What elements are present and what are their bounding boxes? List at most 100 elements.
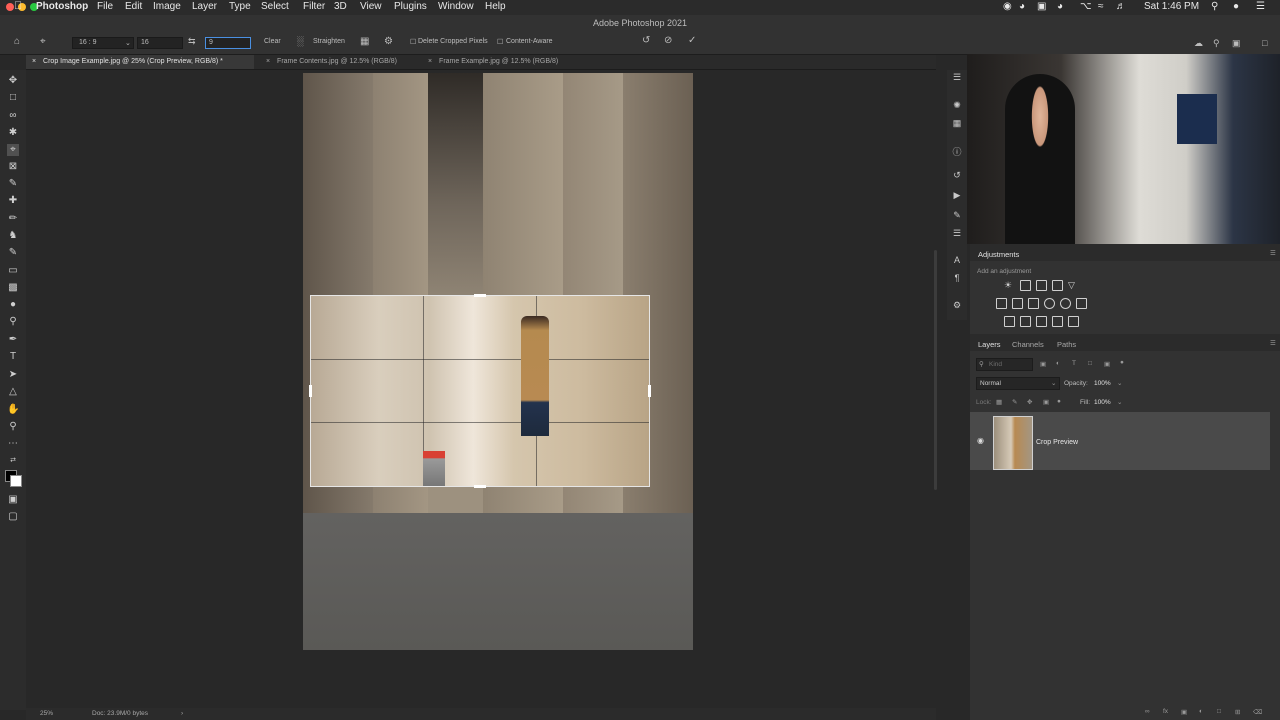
commit-check-icon[interactable]: ✓ [688, 35, 696, 46]
background-color-swatch[interactable] [10, 475, 22, 487]
control-center-icon[interactable]: ☰ [1256, 1, 1265, 12]
brightness-contrast-icon[interactable]: ☀ [1004, 280, 1013, 290]
tab-channels[interactable]: Channels [1012, 340, 1044, 349]
volume-icon[interactable]: ♬ [1116, 1, 1126, 12]
screen-mode-icon[interactable]: ▢ [7, 511, 19, 523]
crop-handle-top[interactable] [474, 294, 486, 297]
search-icon[interactable]: ⚲ [1213, 38, 1220, 49]
gradient-tool-icon[interactable]: ▩ [7, 282, 19, 294]
menu-type[interactable]: Type [229, 1, 251, 12]
menu-image[interactable]: Image [153, 1, 181, 12]
width-field[interactable]: 16 [137, 37, 183, 49]
chevron-down-icon[interactable]: ⌄ [1117, 379, 1122, 387]
layer-name[interactable]: Crop Preview [1036, 439, 1078, 446]
lock-image-icon[interactable]: ✎ [1012, 398, 1017, 406]
headphones-icon[interactable]: ◕ [1057, 1, 1063, 12]
gradient-map-icon[interactable] [1052, 316, 1063, 327]
apple-icon[interactable]:  [14, 0, 22, 12]
healing-brush-tool-icon[interactable]: ✚ [7, 195, 19, 207]
libraries-icon[interactable]: ⚙ [951, 300, 963, 312]
actions-play-icon[interactable]: ▶ [951, 190, 963, 202]
home-icon[interactable]: ⌂ [14, 36, 20, 47]
adjustments-tab[interactable]: Adjustments [978, 250, 1019, 259]
menu-select[interactable]: Select [261, 1, 289, 12]
wifi-icon[interactable]: ≈ [1098, 1, 1104, 12]
color-panel-icon[interactable]: ✺ [951, 100, 963, 112]
close-tab-icon[interactable]: × [428, 58, 432, 65]
lock-transparent-icon[interactable]: ▦ [996, 398, 1002, 406]
dodge-tool-icon[interactable]: ⚲ [7, 316, 19, 328]
menu-app-name[interactable]: Photoshop [36, 1, 88, 12]
chevron-down-icon[interactable]: ⌄ [1117, 398, 1122, 406]
blur-tool-icon[interactable]: ● [7, 299, 19, 311]
new-adjustment-icon[interactable]: ◐ [1199, 708, 1203, 715]
selective-color-icon[interactable] [1068, 316, 1079, 327]
eraser-tool-icon[interactable]: ▭ [7, 265, 19, 277]
filter-type-icon[interactable]: T [1072, 360, 1076, 367]
pen-tool-icon[interactable]: ✒ [7, 334, 19, 346]
crop-handle-left[interactable] [309, 385, 312, 397]
filter-shape-icon[interactable]: □ [1088, 360, 1092, 367]
quick-mask-icon[interactable]: ▣ [7, 494, 19, 506]
menu-layer[interactable]: Layer [192, 1, 217, 12]
layer-style-icon[interactable]: fx [1163, 708, 1168, 715]
menu-window[interactable]: Window [438, 1, 474, 12]
menu-3d[interactable]: 3D [334, 1, 347, 12]
reset-icon[interactable]: ↺ [642, 35, 650, 46]
lock-position-icon[interactable]: ✥ [1027, 398, 1032, 406]
filter-toggle-icon[interactable]: ● [1120, 359, 1124, 366]
crop-handle-right[interactable] [648, 385, 651, 397]
paragraph-icon[interactable]: ¶ [951, 273, 963, 285]
add-mask-icon[interactable]: ▣ [1181, 708, 1187, 716]
gear-icon[interactable]: ⚙ [384, 36, 393, 47]
swatches-icon[interactable]: ▦ [951, 118, 963, 130]
swap-colors-icon[interactable]: ⇄ [7, 455, 19, 467]
screen-icon[interactable]: ▣ [1037, 1, 1046, 12]
shape-tool-icon[interactable]: △ [7, 386, 19, 398]
history-brush-tool-icon[interactable]: ✎ [7, 247, 19, 259]
overlay-grid-icon[interactable]: ▦ [360, 36, 369, 47]
vertical-scrollbar[interactable] [934, 250, 937, 490]
share-icon[interactable]: □ [1262, 38, 1267, 48]
quick-select-tool-icon[interactable]: ✱ [7, 127, 19, 139]
straighten-icon[interactable]: ░ [297, 36, 303, 46]
delete-layer-icon[interactable]: ⌫ [1253, 708, 1262, 716]
lock-all-icon[interactable]: ● [1057, 398, 1061, 405]
menubar-clock[interactable]: Sat 1:46 PM [1144, 1, 1199, 12]
hue-saturation-icon[interactable] [996, 298, 1007, 309]
blend-mode-dropdown[interactable]: Normal ⌄ [976, 377, 1060, 390]
new-layer-icon[interactable]: ⊞ [1235, 708, 1240, 716]
straighten-button[interactable]: Straighten [313, 38, 345, 45]
posterize-icon[interactable] [1020, 316, 1031, 327]
clone-stamp-tool-icon[interactable]: ♞ [7, 230, 19, 242]
cloud-icon[interactable]: ☁ [1194, 38, 1203, 49]
layer-row[interactable]: ◉ Crop Preview [970, 412, 1270, 470]
frame-tool-icon[interactable]: ⊠ [7, 161, 19, 173]
channel-mixer-icon[interactable] [1060, 298, 1071, 309]
black-white-icon[interactable] [1028, 298, 1039, 309]
eyedropper-tool-icon[interactable]: ✎ [7, 178, 19, 190]
path-select-tool-icon[interactable]: ➤ [7, 369, 19, 381]
chrome-icon[interactable]: ◕ [1019, 1, 1025, 12]
panel-menu-icon[interactable]: ☰ [1270, 249, 1276, 257]
height-field[interactable]: 9 [205, 37, 251, 49]
lock-artboard-icon[interactable]: ▣ [1043, 398, 1049, 406]
swap-icon[interactable]: ⇆ [188, 36, 196, 47]
menu-help[interactable]: Help [485, 1, 506, 12]
siri-icon[interactable]: ● [1233, 1, 1239, 12]
color-balance-icon[interactable] [1012, 298, 1023, 309]
invert-icon[interactable] [1004, 316, 1015, 327]
filter-adjustment-icon[interactable]: ◐ [1056, 360, 1060, 367]
tab-layers[interactable]: Layers [978, 340, 1001, 349]
move-tool-icon[interactable]: ✥ [7, 75, 19, 87]
menu-plugins[interactable]: Plugins [394, 1, 427, 12]
crop-box[interactable] [309, 294, 651, 488]
document-info[interactable]: Doc: 23.9M/0 bytes [92, 710, 148, 717]
close-tab-icon[interactable]: × [266, 58, 270, 65]
threshold-icon[interactable] [1036, 316, 1047, 327]
cancel-icon[interactable]: ⊘ [664, 35, 672, 46]
record-icon[interactable]: ◉ [1003, 1, 1012, 12]
content-aware-checkbox[interactable]: ☐ [497, 38, 503, 46]
more-tools-icon[interactable]: ⋯ [7, 438, 19, 450]
filter-smart-object-icon[interactable]: ▣ [1104, 360, 1110, 368]
